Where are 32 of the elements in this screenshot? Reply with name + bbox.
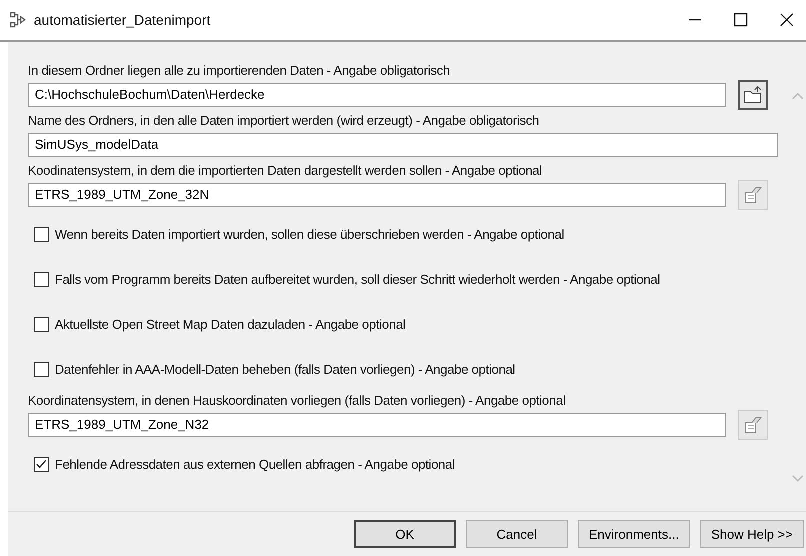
close-icon[interactable] (780, 13, 794, 27)
checkbox-label: Fehlende Adressdaten aus externen Quellen abfragen - Angabe optional (55, 456, 456, 473)
parameter-label: Name des Ordners, in den alle Daten importiert werden (wird erzeugt) - Angabe obligatorisch (28, 112, 540, 129)
checkbox[interactable] (34, 457, 49, 472)
checkbox-label: Falls vom Programm bereits Daten aufbereitet wurden, soll dieser Schritt wiederholt werden - Angabe optional (55, 271, 660, 288)
checkbox-label: Aktuellste Open Street Map Daten dazuladen - Angabe optional (55, 316, 406, 333)
checkbox-label: Wenn bereits Daten importiert wurden, sollen diese überschrieben werden - Angabe optional (55, 226, 564, 243)
properties-button[interactable] (738, 410, 768, 440)
checkbox[interactable] (34, 362, 49, 377)
document-icon (743, 416, 763, 434)
parameter-label: Koordinatensystem, in denen Hauskoordinaten vorliegen (falls Daten vorliegen) - Angabe optional (28, 392, 567, 409)
input-field[interactable]: ETRS_1989_UTM_Zone_N32 (28, 412, 726, 436)
checkbox[interactable] (34, 272, 49, 287)
dialog-button[interactable]: Show Help >> (700, 520, 804, 548)
parameter-label: In diesem Ordner liegen alle zu importierenden Daten - Angabe obligatorisch (28, 62, 452, 79)
dialog-button[interactable]: OK (354, 520, 456, 548)
browse-button[interactable] (738, 80, 768, 110)
folder-icon (743, 86, 763, 104)
dialog-button[interactable]: Cancel (466, 520, 568, 548)
parameter-label: Koodinatensystem, in dem die importierten Daten dargestellt werden sollen - Angabe optional (28, 162, 544, 179)
checkbox[interactable] (34, 227, 49, 242)
document-icon (743, 186, 763, 204)
checkbox[interactable] (34, 317, 49, 332)
input-field[interactable]: SimUSys_modelData (28, 132, 778, 156)
maximize-icon[interactable] (734, 13, 748, 27)
properties-button[interactable] (738, 180, 768, 210)
input-field[interactable]: ETRS_1989_UTM_Zone_32N (28, 182, 726, 206)
model-icon (10, 12, 28, 28)
dialog-button[interactable]: Environments... (578, 520, 690, 548)
window-title: automatisierter_Datenimport (34, 12, 211, 28)
checkbox-label: Datenfehler in AAA-Modell-Daten beheben (falls Daten vorliegen) - Angabe optional (55, 361, 516, 378)
input-field[interactable]: C:\HochschuleBochum\Daten\Herdecke (28, 82, 726, 106)
